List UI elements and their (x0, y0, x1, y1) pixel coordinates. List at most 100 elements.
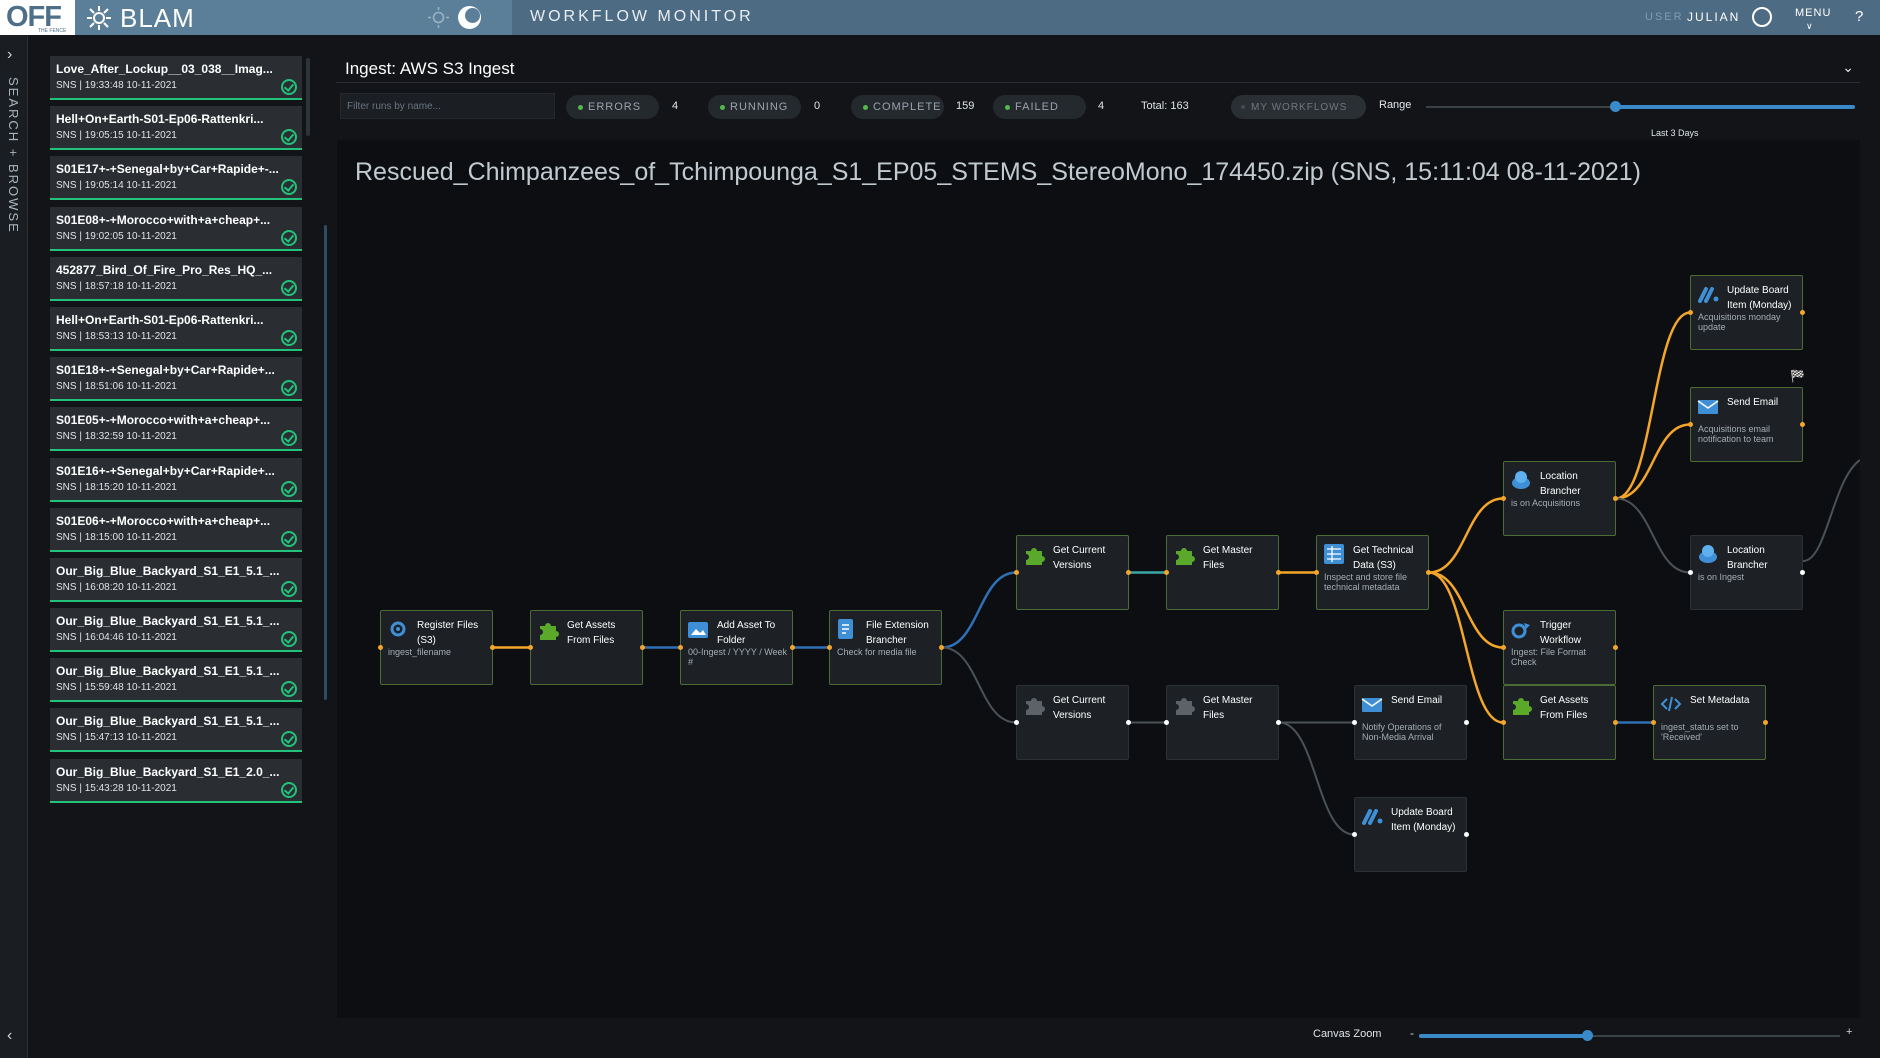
node-output-port[interactable] (790, 645, 795, 650)
node-output-port[interactable] (1464, 832, 1469, 837)
workflow-node[interactable]: Get Technical Data (S3) Inspect and store… (1314, 535, 1431, 610)
run-name: Our_Big_Blue_Backyard_S1_E1_5.1_... (56, 563, 280, 578)
run-list-item[interactable]: S01E16+-+Senegal+by+Car+Rapide+... SNS | … (50, 457, 302, 502)
node-output-port[interactable] (490, 645, 495, 650)
node-input-port[interactable] (1014, 720, 1019, 725)
run-list-item[interactable]: S01E17+-+Senegal+by+Car+Rapide+-... SNS |… (50, 156, 302, 201)
node-output-port[interactable] (1126, 720, 1131, 725)
node-input-port[interactable] (1501, 645, 1506, 650)
collapse-chevron-icon[interactable]: ‹ (7, 1027, 12, 1045)
node-output-port[interactable] (1126, 570, 1131, 575)
node-input-port[interactable] (678, 645, 683, 650)
run-name: S01E05+-+Morocco+with+a+cheap+... (56, 413, 271, 428)
node-input-port[interactable] (1314, 570, 1319, 575)
dark-theme-moon-icon[interactable] (458, 6, 481, 29)
light-theme-icon[interactable] (428, 7, 449, 28)
node-output-port[interactable] (1800, 310, 1805, 315)
filter-runs-input[interactable] (340, 93, 555, 119)
run-list-item[interactable]: Hell+On+Earth-S01-Ep06-Rattenkri... SNS |… (50, 306, 302, 351)
workflow-node[interactable]: Get Current Versions (1014, 685, 1131, 760)
errors-filter-pill[interactable]: ERRORS (566, 95, 659, 119)
puzzle-icon (1026, 698, 1045, 715)
node-input-port[interactable] (1352, 832, 1357, 837)
complete-filter-pill[interactable]: COMPLETE (851, 95, 944, 119)
menu-button[interactable]: MENU (1795, 7, 1831, 19)
run-list-item[interactable]: Hell+On+Earth-S01-Ep06-Rattenkri... SNS |… (50, 106, 302, 151)
workflow-select[interactable]: Ingest: AWS S3 Ingest ⌄ (336, 55, 1860, 83)
workflow-node[interactable]: Set Metadata ingest_status set to 'Receiv… (1651, 685, 1768, 760)
workflow-node[interactable]: Get Master Files (1164, 535, 1281, 610)
errors-count: 4 (672, 100, 679, 112)
help-icon[interactable]: ? (1855, 8, 1863, 25)
run-list-item[interactable]: S01E08+-+Morocco+with+a+cheap+... SNS | 1… (50, 206, 302, 251)
run-list-item[interactable]: Love_After_Lockup__03_038__Imag... SNS | … (50, 56, 302, 100)
node-output-port[interactable] (1426, 570, 1431, 575)
logout-icon[interactable] (1752, 7, 1772, 27)
node-input-port[interactable] (1501, 720, 1506, 725)
running-filter-pill[interactable]: RUNNING (708, 95, 801, 119)
node-output-port[interactable] (1276, 720, 1281, 725)
node-input-port[interactable] (378, 645, 383, 650)
node-output-port[interactable] (1613, 496, 1618, 501)
node-input-port[interactable] (1014, 570, 1019, 575)
workflow-canvas[interactable]: Rescued_Chimpanzees_of_Tchimpounga_S1_EP… (337, 140, 1860, 1018)
node-output-port[interactable] (1613, 720, 1618, 725)
expand-chevron-icon[interactable]: › (7, 46, 12, 64)
node-output-port[interactable] (1800, 570, 1805, 575)
workflow-node[interactable]: Update Board Item (Monday) Acquisitions m… (1688, 275, 1805, 350)
run-list-item[interactable]: Our_Big_Blue_Backyard_S1_E1_5.1_... SNS |… (50, 557, 302, 602)
workflow-node[interactable]: Get Master Files (1164, 685, 1281, 760)
zoom-out-button[interactable]: - (1410, 1026, 1414, 1040)
workflow-node[interactable]: Location Brancher is on Ingest (1688, 535, 1805, 610)
range-slider-handle[interactable] (1609, 101, 1621, 112)
chevron-down-icon[interactable]: ⌄ (1842, 59, 1854, 76)
node-output-port[interactable] (939, 645, 944, 650)
failed-filter-pill[interactable]: FAILED (993, 95, 1086, 119)
node-input-port[interactable] (1651, 720, 1656, 725)
workflow-node[interactable]: Add Asset To Folder 00-Ingest / YYYY / We… (678, 610, 795, 685)
node-input-port[interactable] (1688, 310, 1693, 315)
node-output-port[interactable] (1613, 645, 1618, 650)
run-list-item[interactable]: Our_Big_Blue_Backyard_S1_E1_5.1_... SNS |… (50, 608, 302, 653)
workflow-node[interactable]: Send Email Notify Operations of Non-Media… (1352, 685, 1469, 760)
node-input-port[interactable] (1688, 570, 1693, 575)
node-output-port[interactable] (1763, 720, 1768, 725)
workflow-node[interactable]: Send Email Acquisitions email notificatio… (1688, 387, 1805, 462)
node-input-port[interactable] (1688, 422, 1693, 427)
run-list-item[interactable]: S01E18+-+Senegal+by+Car+Rapide+... SNS | … (50, 357, 302, 402)
node-input-port[interactable] (528, 645, 533, 650)
my-workflows-toggle[interactable]: MY WORKFLOWS (1231, 95, 1366, 119)
run-list-item[interactable]: S01E05+-+Morocco+with+a+cheap+... SNS | 1… (50, 407, 302, 452)
run-list-item[interactable]: Our_Big_Blue_Backyard_S1_E1_5.1_... SNS |… (50, 658, 302, 703)
chevron-down-icon[interactable]: ∨ (1806, 21, 1813, 32)
workflow-node[interactable]: Register Files (S3) ingest_filename (378, 610, 495, 685)
node-output-port[interactable] (1464, 720, 1469, 725)
node-input-port[interactable] (1352, 720, 1357, 725)
workflow-node[interactable]: File Extension Brancher Check for media f… (827, 610, 944, 685)
search-browse-label[interactable]: SEARCH + BROWSE (6, 77, 21, 234)
workflow-node[interactable]: Get Assets From Files (528, 610, 645, 685)
canvas-scrollbar[interactable] (324, 225, 327, 700)
workflow-node[interactable]: Get Current Versions (1014, 535, 1131, 610)
run-list-item[interactable]: 452877_Bird_Of_Fire_Pro_Res_HQ_... SNS | … (50, 256, 302, 301)
run-list-item[interactable]: S01E06+-+Morocco+with+a+cheap+... SNS | 1… (50, 507, 302, 552)
puzzle-icon (1176, 548, 1195, 565)
node-input-port[interactable] (1501, 496, 1506, 501)
node-input-port[interactable] (827, 645, 832, 650)
workflow-select-value[interactable]: Ingest: AWS S3 Ingest (345, 59, 514, 79)
node-output-port[interactable] (1800, 422, 1805, 427)
node-output-port[interactable] (640, 645, 645, 650)
workflow-edge (941, 571, 1017, 649)
node-input-port[interactable] (1164, 570, 1169, 575)
run-list-scrollbar[interactable] (306, 58, 310, 136)
run-list-item[interactable]: Our_Big_Blue_Backyard_S1_E1_5.1_... SNS |… (50, 708, 302, 753)
workflow-node[interactable]: Location Brancher is on Acquisitions (1501, 461, 1618, 536)
workflow-node[interactable]: Get Assets From Files (1501, 685, 1618, 760)
workflow-node[interactable]: Trigger Workflow Ingest: File Format Chec… (1501, 610, 1618, 685)
zoom-slider-handle[interactable] (1582, 1030, 1594, 1041)
workflow-node[interactable]: Update Board Item (Monday) (1352, 797, 1469, 872)
run-list-item[interactable]: Our_Big_Blue_Backyard_S1_E1_2.0_... SNS |… (50, 758, 302, 803)
zoom-in-button[interactable]: + (1846, 1026, 1852, 1038)
node-input-port[interactable] (1164, 720, 1169, 725)
node-output-port[interactable] (1276, 570, 1281, 575)
